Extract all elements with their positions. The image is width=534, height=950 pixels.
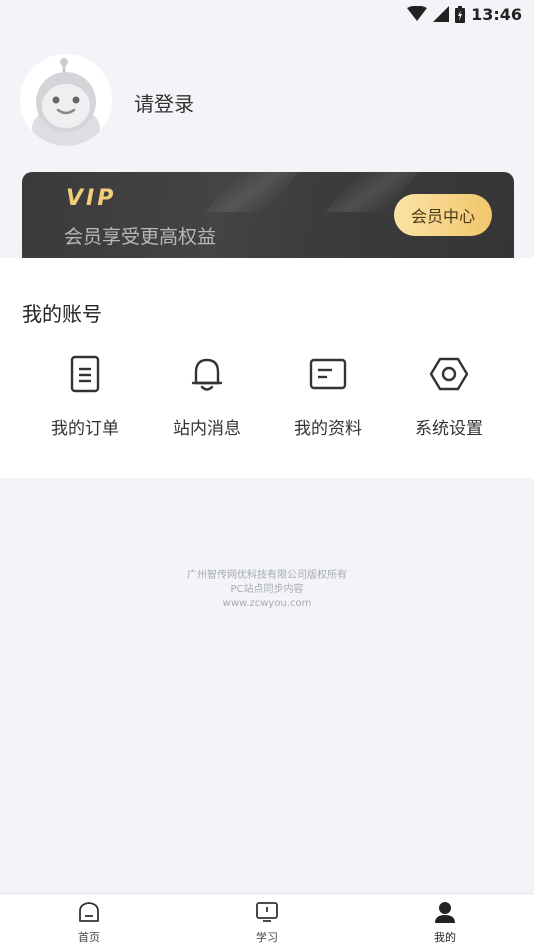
- bell-icon: [191, 358, 223, 391]
- member-center-button[interactable]: 会员中心: [394, 194, 492, 236]
- bottom-nav: 首页 学习 我的: [0, 893, 534, 950]
- robot-avatar-icon: [20, 54, 112, 146]
- battery-icon: [455, 5, 466, 23]
- status-time: 13:46: [471, 4, 522, 24]
- vip-card[interactable]: VIP 会员享受更高权益 会员中心: [22, 172, 514, 258]
- menu-item-label: 站内消息: [173, 419, 241, 439]
- menu-item-label: 我的资料: [294, 419, 362, 439]
- profile-card-icon: [309, 358, 347, 390]
- sync-note: PC站点同步内容: [230, 584, 304, 595]
- signal-icon: [433, 6, 450, 22]
- status-bar: 13:46: [0, 0, 534, 28]
- wifi-icon: [407, 6, 428, 21]
- website-link[interactable]: www.zcwyou.com: [0, 597, 534, 611]
- nav-item-mine[interactable]: 我的: [405, 900, 485, 948]
- nav-label: 首页: [78, 931, 100, 944]
- vip-title: VIP: [66, 186, 117, 211]
- nav-item-study[interactable]: 学习: [227, 900, 307, 948]
- menu-item-profile[interactable]: 我的资料: [268, 354, 388, 444]
- login-link[interactable]: 请登录: [134, 88, 194, 117]
- nav-label: 我的: [434, 931, 456, 944]
- menu-item-label: 系统设置: [415, 419, 483, 439]
- menu-item-label: 我的订单: [51, 419, 119, 439]
- avatar[interactable]: [20, 54, 112, 146]
- account-panel: 我的账号 我的订单 站内消息 我的资料 系统设置: [0, 258, 534, 478]
- nav-item-home[interactable]: 首页: [49, 900, 129, 948]
- document-icon: [70, 355, 100, 393]
- menu-item-settings[interactable]: 系统设置: [389, 354, 509, 444]
- menu-item-messages[interactable]: 站内消息: [147, 354, 267, 444]
- hex-gear-icon: [429, 357, 469, 391]
- menu-item-orders[interactable]: 我的订单: [25, 354, 145, 444]
- copyright-footer: 广州智传网优科技有限公司版权所有 PC站点同步内容 www.zcwyou.com: [0, 569, 534, 611]
- tv-icon: [256, 902, 278, 922]
- home-icon: [79, 902, 99, 922]
- account-menu: 我的订单 站内消息 我的资料 系统设置: [0, 354, 534, 444]
- vip-subtitle: 会员享受更高权益: [64, 226, 217, 248]
- copyright-line: 广州智传网优科技有限公司版权所有: [187, 570, 347, 581]
- account-title: 我的账号: [22, 302, 102, 326]
- nav-label: 学习: [256, 931, 278, 944]
- profile-header: 请登录: [0, 28, 534, 173]
- card-decoration: [205, 172, 299, 212]
- person-icon: [435, 902, 455, 923]
